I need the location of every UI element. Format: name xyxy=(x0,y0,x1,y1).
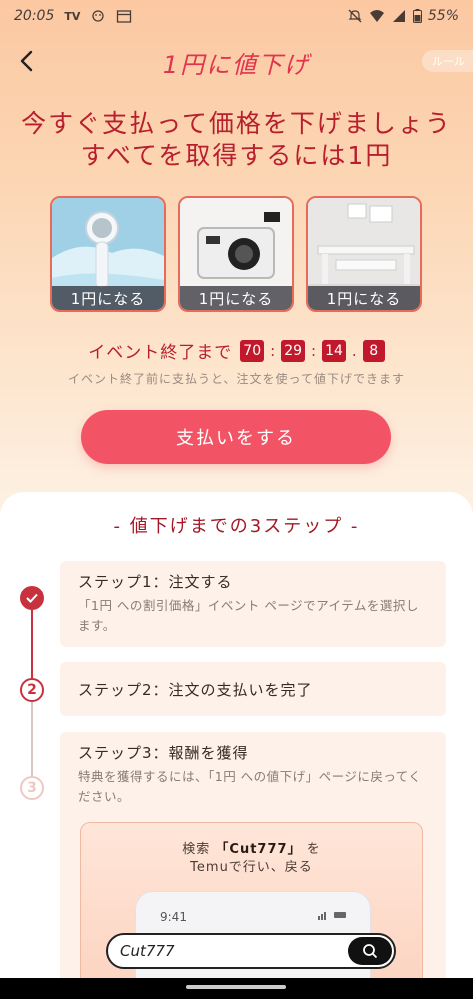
search-button[interactable] xyxy=(348,937,392,965)
nav-bar: 1円に値下げ ルール xyxy=(0,40,473,84)
step-number: 3 xyxy=(27,780,37,796)
steps-title: - 値下げまでの3ステップ - xyxy=(113,516,360,537)
timer-separator: : xyxy=(270,341,276,360)
search-instruction-card: 検索 「Cut777」 を Temuで行い、戻る 9:41 xyxy=(80,822,423,999)
timer-separator: : xyxy=(311,341,317,360)
timer-tenths: 8 xyxy=(362,339,385,362)
product-card[interactable]: 1円になる xyxy=(50,196,166,312)
navigation-bar xyxy=(0,978,473,999)
step-2-box: ステップ2：注文の支払いを完了 xyxy=(60,662,446,716)
instruction-before: 検索 xyxy=(182,842,211,857)
page-title: 1円に値下げ xyxy=(162,50,311,79)
product-label: 1円になる xyxy=(180,286,292,310)
step-number: 2 xyxy=(27,682,37,698)
wifi-icon xyxy=(369,10,384,22)
countdown-timer: イベント終了まで 70 : 29 : 14 . 8 xyxy=(0,338,473,363)
timer-label: イベント終了まで xyxy=(88,343,233,363)
headline-line2: すべてを取得するには1円 xyxy=(80,141,393,170)
instruction-line2: Temuで行い、戻る xyxy=(190,860,313,875)
back-button[interactable] xyxy=(12,46,42,76)
status-bar: 20:05 TV 55% xyxy=(0,0,473,32)
coupon-code: 「Cut777」 xyxy=(215,842,302,857)
search-input[interactable]: Cut777 xyxy=(106,933,396,969)
step-title: ステップ2：注文の支払いを完了 xyxy=(78,680,313,699)
headline: 今すぐ支払って価格を下げましょう すべてを取得するには1円 xyxy=(0,108,473,172)
battery-icon xyxy=(412,9,422,23)
calendar-icon xyxy=(117,10,132,23)
instruction-after: を xyxy=(306,842,321,857)
product-label: 1円になる xyxy=(308,286,420,310)
chevron-left-icon xyxy=(20,50,33,72)
step-title: ステップ3：報酬を獲得 xyxy=(78,744,249,762)
step-marker: 2 xyxy=(20,678,44,702)
step-description: 「1円 への割引価格」イベント ページでアイテムを選択します。 xyxy=(78,598,419,633)
search-icon xyxy=(363,944,378,959)
product-card[interactable]: 1円になる xyxy=(178,196,294,312)
app-notification-icon xyxy=(92,10,105,22)
rules-button[interactable]: ルール xyxy=(422,50,473,72)
step-done-marker xyxy=(20,586,44,610)
phone-time: 9:41 xyxy=(160,910,187,924)
instruction-text: 検索 「Cut777」 を Temuで行い、戻る xyxy=(81,841,422,877)
mute-icon xyxy=(348,9,362,23)
battery-level: 55% xyxy=(427,8,459,24)
timer-hours: 70 xyxy=(240,339,265,362)
step-marker: 3 xyxy=(20,776,44,800)
status-time: 20:05 xyxy=(14,8,55,24)
product-row: 1円になる 1円になる 1円になる xyxy=(50,196,424,312)
headline-line1: 今すぐ支払って価格を下げましょう xyxy=(21,109,452,138)
product-card[interactable]: 1円になる xyxy=(306,196,422,312)
step-description: 特典を獲得するには、「1円 への値下げ」ページに戻ってください。 xyxy=(78,769,422,804)
timeline-line xyxy=(31,700,33,778)
timer-note: イベント終了前に支払うと、注文を使って値下げできます xyxy=(68,372,405,386)
step-title: ステップ1：注文する xyxy=(78,573,233,591)
check-icon xyxy=(26,593,38,603)
timeline-line xyxy=(31,608,33,680)
timer-minutes: 29 xyxy=(281,339,306,362)
pay-button[interactable]: 支払いをする xyxy=(81,410,391,464)
step-1-box: ステップ1：注文する 「1円 への割引価格」イベント ページでアイテムを選択しま… xyxy=(60,561,446,647)
product-label: 1円になる xyxy=(52,286,164,310)
search-value: Cut777 xyxy=(120,942,175,960)
timer-seconds: 14 xyxy=(322,339,346,362)
home-indicator[interactable] xyxy=(186,985,286,989)
timer-dot: . xyxy=(351,341,357,360)
phone-status-icons xyxy=(318,910,348,923)
signal-icon xyxy=(392,10,405,22)
phone-signal-icon xyxy=(318,912,346,920)
tv-icon: TV xyxy=(64,9,81,23)
